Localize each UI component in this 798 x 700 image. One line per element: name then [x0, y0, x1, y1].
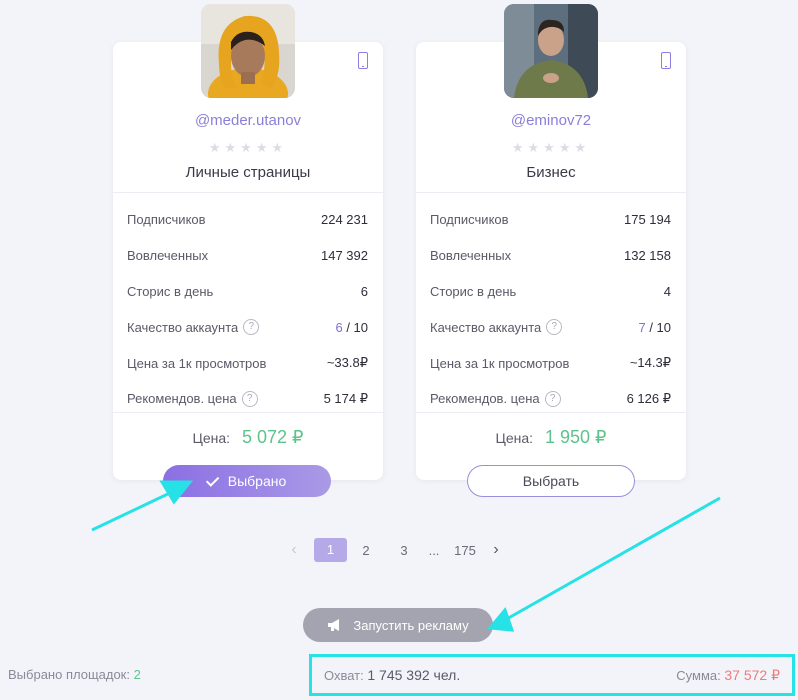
sum-value: 37 572 ₽ — [724, 666, 780, 683]
stat-label-wrap: Рекомендов. цена ? — [430, 390, 561, 407]
stat-label: Рекомендов. цена — [430, 391, 540, 407]
stat-label: Подписчиков — [127, 212, 206, 228]
stat-label: Сторис в день — [127, 283, 214, 299]
divider — [416, 192, 686, 193]
stat-value: ~33.8₽ — [326, 355, 368, 371]
stat-row-stories: Сторис в день 6 — [127, 274, 368, 310]
stat-row-cpm: Цена за 1к просмотров ~33.8₽ — [127, 345, 368, 381]
stat-value: 132 158 — [624, 248, 671, 264]
launch-ad-button[interactable]: Запустить рекламу — [303, 608, 493, 642]
stat-label-wrap: Рекомендов. цена ? — [127, 390, 258, 407]
stat-value: 6 126 ₽ — [626, 390, 671, 406]
mobile-phone-icon — [358, 52, 368, 69]
reach: Охват: 1 745 392 чел. — [324, 667, 460, 683]
page-button-1[interactable]: 1 — [314, 538, 347, 562]
divider — [416, 412, 686, 413]
rating-stars: ★★★★★ — [208, 140, 288, 155]
stat-value: 7 / 10 — [638, 320, 671, 335]
influencer-card: @meder.utanov ★★★★★ Личные страницы Подп… — [113, 4, 383, 480]
megaphone-icon — [328, 619, 340, 631]
page-button-2[interactable]: 2 — [347, 543, 385, 558]
stat-value: ~14.3₽ — [629, 355, 671, 371]
price-value: 1 950 ₽ — [544, 427, 607, 447]
arrow-to-launch-button — [487, 496, 721, 632]
stat-row-engaged: Вовлеченных 147 392 — [127, 238, 368, 274]
stat-value: 175 194 — [624, 212, 671, 228]
selected-button[interactable]: Выбрано — [163, 465, 331, 497]
launch-ad-label: Запустить рекламу — [353, 617, 469, 633]
category-label: Личные страницы — [185, 164, 311, 181]
stat-label: Подписчиков — [430, 212, 509, 228]
stat-label: Качество аккаунта — [127, 319, 239, 335]
reach-value: 1 745 392 чел. — [367, 667, 461, 683]
divider — [113, 192, 383, 193]
pagination: ‹ 1 2 3 ... 175 › — [280, 538, 507, 562]
stat-label: Рекомендов. цена — [127, 391, 237, 407]
select-button[interactable]: Выбрать — [467, 465, 635, 497]
rating-stars: ★★★★★ — [511, 140, 591, 155]
stat-value: 6 / 10 — [335, 320, 368, 335]
stat-label: Вовлеченных — [127, 248, 209, 264]
stat-value: 6 — [360, 283, 368, 299]
sum-label: Сумма: — [676, 667, 721, 683]
stat-value: 5 174 ₽ — [323, 390, 368, 406]
price: Цена: 1 950 ₽ — [416, 427, 686, 448]
quality-max: / 10 — [649, 319, 671, 335]
stat-label: Качество аккаунта — [430, 319, 542, 335]
username-link[interactable]: @eminov72 — [416, 112, 686, 129]
stat-label-wrap: Качество аккаунта ? — [430, 319, 563, 336]
help-icon[interactable]: ? — [546, 319, 563, 336]
price-label: Цена: — [192, 430, 231, 446]
quality-score: 7 — [638, 319, 646, 335]
page-button-3[interactable]: 3 — [385, 543, 423, 558]
selected-count-value: 2 — [133, 667, 141, 682]
page-ellipsis: ... — [428, 542, 440, 558]
summary-highlight: Охват: 1 745 392 чел. Сумма: 37 572 ₽ — [309, 654, 795, 696]
help-icon[interactable]: ? — [241, 390, 258, 407]
stat-value: 4 — [663, 283, 671, 299]
stat-value: 147 392 — [321, 248, 368, 264]
price-value: 5 072 ₽ — [241, 427, 304, 447]
stat-row-stories: Сторис в день 4 — [430, 274, 671, 310]
sum: Сумма: 37 572 ₽ — [676, 667, 780, 684]
divider — [113, 412, 383, 413]
stat-row-quality: Качество аккаунта ? 6 / 10 — [127, 309, 368, 345]
stat-value: 224 231 — [321, 212, 368, 228]
influencer-card: @eminov72 ★★★★★ Бизнес Подписчиков 175 1… — [416, 4, 686, 480]
reach-label: Охват: — [324, 668, 364, 683]
next-page-button[interactable]: › — [485, 541, 507, 559]
category-label: Бизнес — [526, 164, 576, 181]
quality-score: 6 — [335, 319, 343, 335]
stat-row-subscribers: Подписчиков 224 231 — [127, 202, 368, 238]
selected-count: Выбрано площадок: 2 — [8, 667, 141, 682]
stat-label: Цена за 1к просмотров — [430, 355, 570, 371]
stat-label: Цена за 1к просмотров — [127, 355, 267, 371]
avatar[interactable] — [201, 4, 295, 98]
stats-list: Подписчиков 224 231 Вовлеченных 147 392 … — [127, 202, 368, 417]
page-button-last[interactable]: 175 — [445, 543, 485, 558]
selected-button-label: Выбрано — [227, 473, 287, 489]
price: Цена: 5 072 ₽ — [113, 427, 383, 448]
selected-count-label: Выбрано площадок: — [8, 667, 130, 682]
mobile-phone-icon — [661, 52, 671, 69]
stat-label: Вовлеченных — [430, 248, 512, 264]
check-icon — [205, 472, 220, 487]
stat-row-quality: Качество аккаунта ? 7 / 10 — [430, 309, 671, 345]
stat-row-engaged: Вовлеченных 132 158 — [430, 238, 671, 274]
help-icon[interactable]: ? — [544, 390, 561, 407]
price-label: Цена: — [495, 430, 534, 446]
username-link[interactable]: @meder.utanov — [113, 112, 383, 129]
quality-max: / 10 — [346, 319, 368, 335]
stat-label-wrap: Качество аккаунта ? — [127, 319, 260, 336]
stat-row-cpm: Цена за 1к просмотров ~14.3₽ — [430, 345, 671, 381]
stats-list: Подписчиков 175 194 Вовлеченных 132 158 … — [430, 202, 671, 417]
stat-label: Сторис в день — [430, 283, 517, 299]
help-icon[interactable]: ? — [243, 319, 260, 336]
avatar[interactable] — [504, 4, 598, 98]
prev-page-button[interactable]: ‹ — [280, 541, 308, 559]
stat-row-subscribers: Подписчиков 175 194 — [430, 202, 671, 238]
